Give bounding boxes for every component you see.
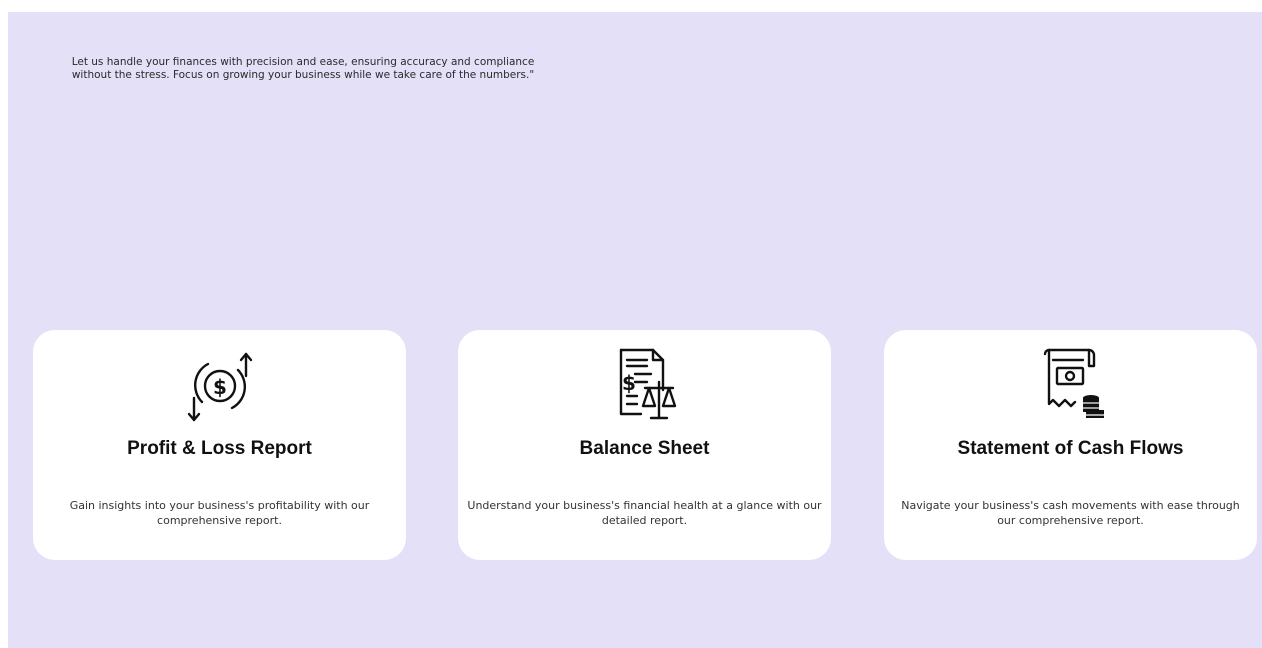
balance-sheet-scale-icon: $ xyxy=(619,348,676,420)
svg-text:$: $ xyxy=(213,375,227,399)
card-title: Statement of Cash Flows xyxy=(957,438,1184,459)
card-description: Gain insights into your business's profi… xyxy=(69,499,370,527)
dollar-exchange-icon: $ xyxy=(187,352,252,422)
service-card-balance-sheet[interactable]: $ Balance Sheet Understand your business… xyxy=(458,330,831,560)
card-description: Understand your business's financial hea… xyxy=(467,499,822,527)
cash-flow-receipt-icon xyxy=(1043,348,1104,418)
service-card-cash-flows[interactable]: Statement of Cash Flows Navigate your bu… xyxy=(884,330,1257,560)
card-title: Profit & Loss Report xyxy=(127,438,312,459)
svg-text:$: $ xyxy=(622,371,636,395)
service-card-profit-loss[interactable]: $ Profit & Loss Report Gain insights int… xyxy=(33,330,406,560)
card-description: Navigate your business's cash movements … xyxy=(901,499,1240,527)
intro-text: Let us handle your finances with precisi… xyxy=(71,56,535,81)
services-section: Let us handle your finances with precisi… xyxy=(8,12,1262,648)
card-title: Balance Sheet xyxy=(579,438,710,459)
